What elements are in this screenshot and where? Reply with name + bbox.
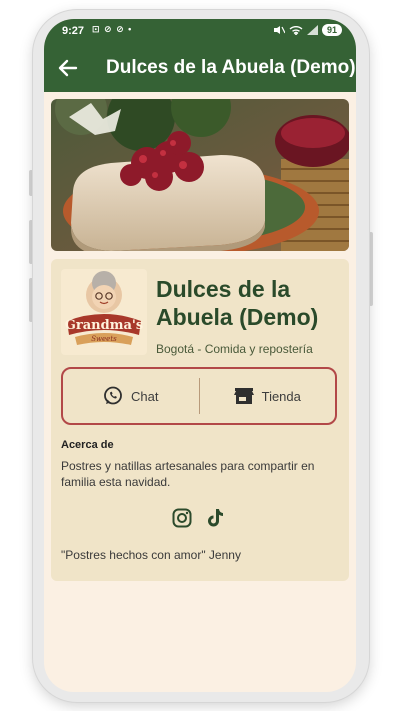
social-links (171, 507, 227, 529)
tiktok-icon (208, 509, 223, 527)
wifi-icon (289, 26, 303, 35)
chat-label: Chat (131, 388, 159, 404)
store-button[interactable]: Tienda (200, 369, 336, 423)
store-quote: "Postres hechos con amor" Jenny (61, 548, 241, 562)
logo-text-top: Grandma's (64, 318, 144, 333)
status-right-icons: 91 (273, 24, 342, 36)
battery-indicator: 91 (321, 24, 342, 36)
page-title: Dulces de la Abuela (Demo) (106, 57, 356, 78)
mute-icon (273, 26, 285, 34)
dessert-photo (51, 99, 349, 251)
back-button[interactable] (56, 56, 80, 80)
store-name: Dulces de la Abuela (Demo) (156, 276, 319, 330)
phone-screen: 9:27 ⊡ ⊘ ⊘ • 91 Dulces de la Abuela (Dem… (44, 19, 356, 692)
store-label: Tienda (261, 388, 301, 404)
action-buttons: Chat Tienda (61, 367, 337, 425)
chat-button[interactable]: Chat (63, 369, 199, 423)
signal-icon (306, 25, 318, 35)
about-text: Postres y natillas artesanales para comp… (61, 459, 315, 489)
store-subtitle: Bogotá - Comida y repostería (156, 342, 313, 356)
status-bar: 9:27 ⊡ ⊘ ⊘ • 91 (44, 19, 356, 44)
storefront-icon (233, 388, 254, 404)
phone-power-button (369, 232, 373, 306)
logo-text-bottom: Sweets (91, 335, 117, 343)
status-time: 9:27 (62, 25, 85, 37)
about-heading: Acerca de (61, 439, 114, 451)
tiktok-link[interactable] (205, 507, 227, 529)
store-card: Grandma's Sweets Dulces de la Abuela (De… (51, 259, 349, 581)
instagram-link[interactable] (171, 507, 193, 529)
store-logo: Grandma's Sweets (61, 269, 147, 355)
app-bar: Dulces de la Abuela (Demo) (44, 44, 356, 92)
arrow-left-icon (58, 59, 78, 77)
notification-icons: ⊡ ⊘ ⊘ • (92, 24, 133, 34)
store-cover-image (51, 99, 349, 251)
instagram-icon (172, 508, 192, 528)
whatsapp-icon (104, 386, 122, 405)
